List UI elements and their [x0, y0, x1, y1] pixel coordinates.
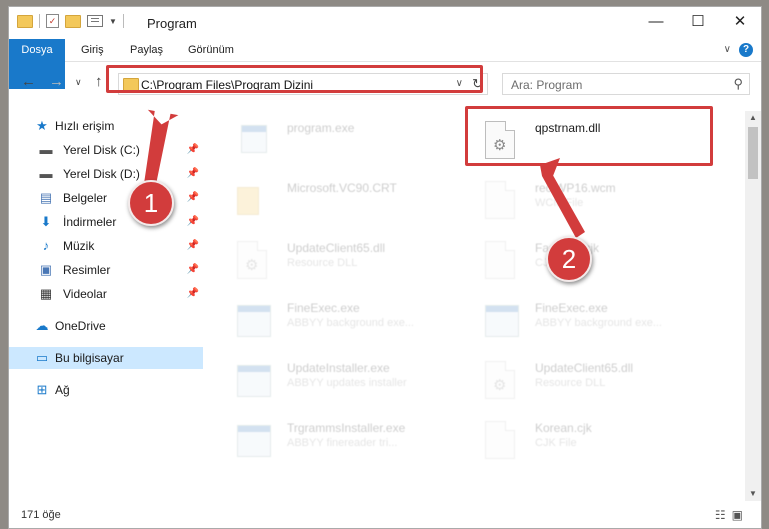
arrow-2: [540, 158, 585, 238]
step-badge-1: 1: [128, 180, 174, 226]
annotation-arrows: [144, 109, 585, 238]
arrow-1: [144, 109, 179, 185]
step-badge-2: 2: [546, 236, 592, 282]
